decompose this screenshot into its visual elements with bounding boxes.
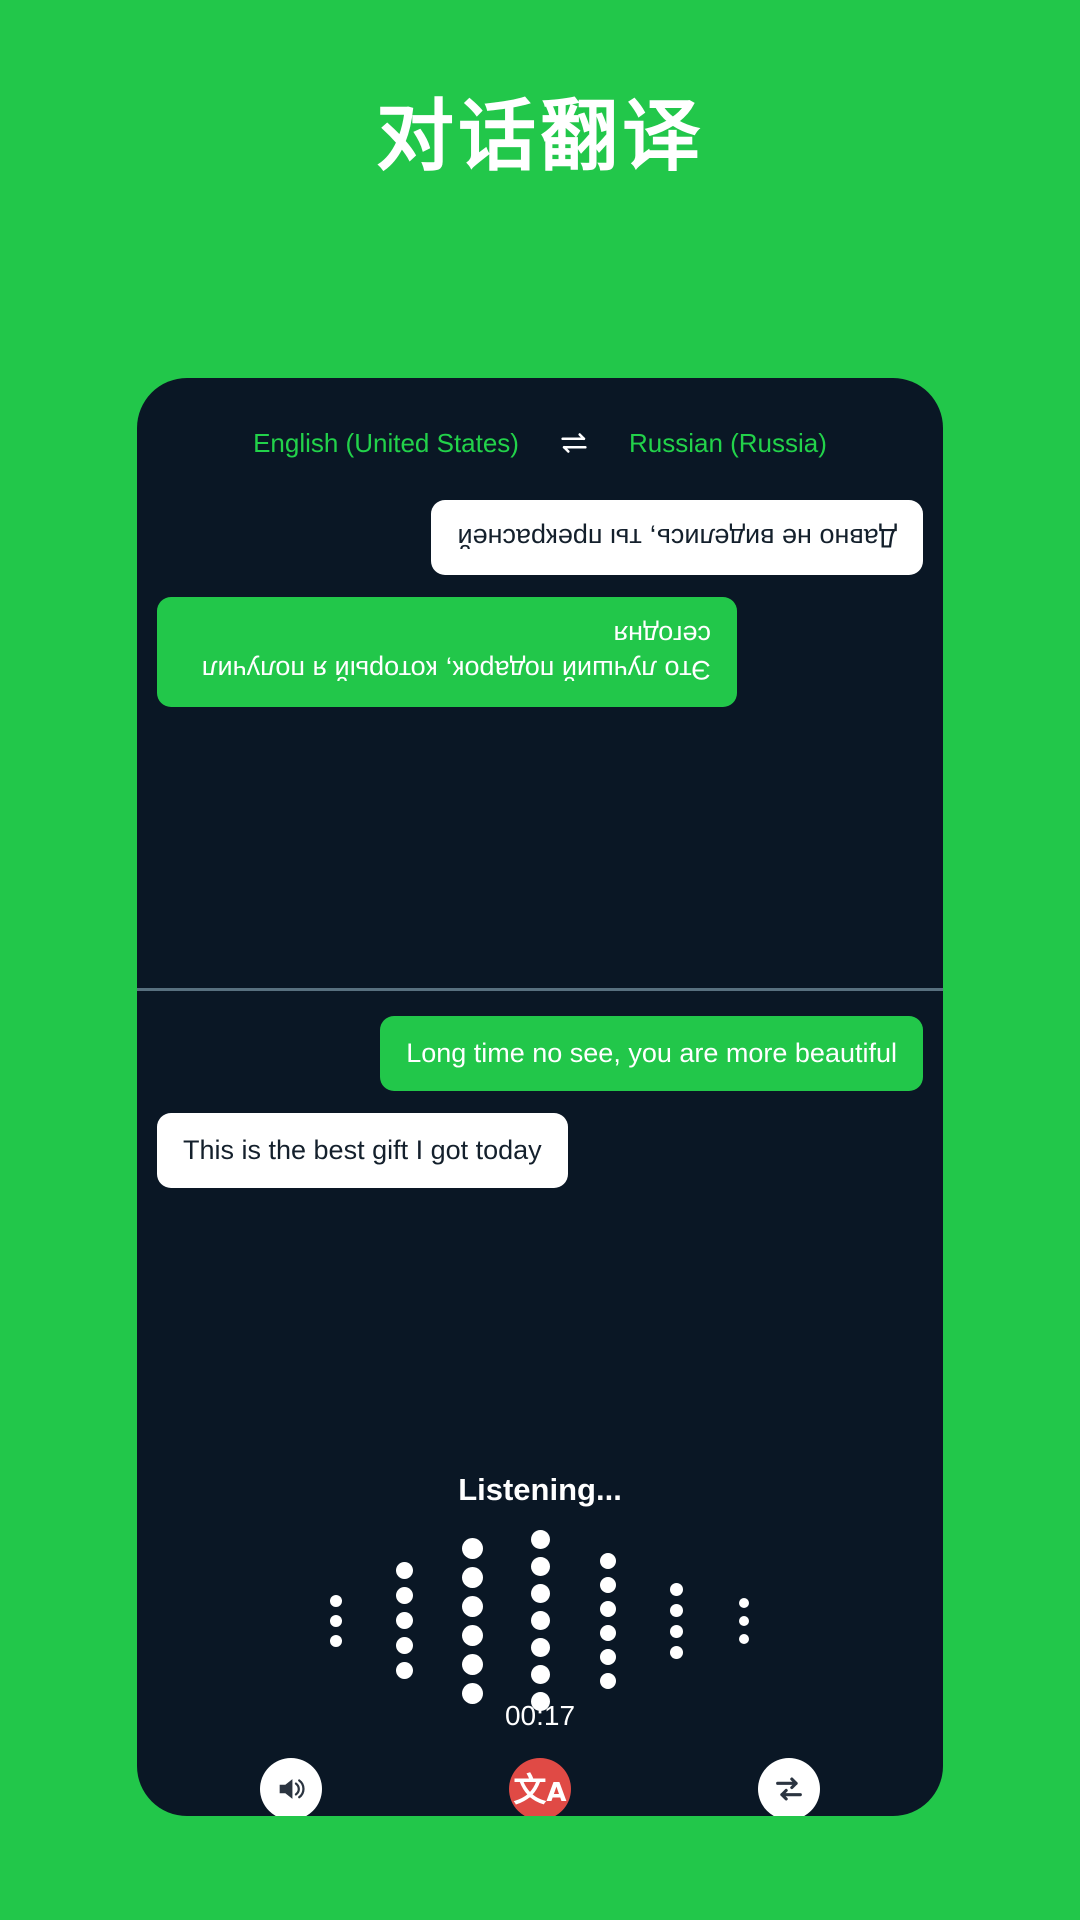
audio-waveform <box>137 1528 943 1713</box>
waveform-column <box>710 1528 778 1713</box>
waveform-dot <box>461 1653 483 1675</box>
local-conversation-pane: Long time no see, you are more beautiful… <box>137 990 943 1490</box>
message-bubble-remote-translated[interactable]: Это лучший подарок, который я получил се… <box>157 597 737 708</box>
waveform-dot <box>600 1672 616 1689</box>
waveform-dot <box>395 1562 413 1579</box>
waveform-dot <box>669 1603 683 1617</box>
waveform-dot <box>330 1594 342 1607</box>
message-bubble-remote-original[interactable]: Давно не виделись, ты прекрасней <box>431 500 923 576</box>
waveform-dot <box>330 1634 342 1647</box>
speaker-on-icon[interactable] <box>260 1758 323 1816</box>
waveform-dot <box>461 1566 483 1588</box>
waveform-column <box>642 1528 710 1713</box>
waveform-dot <box>669 1582 683 1596</box>
waveform-column <box>438 1528 506 1713</box>
waveform-dot <box>530 1611 550 1630</box>
page-title: 对话翻译 <box>375 92 704 182</box>
swap-horizontal-icon[interactable] <box>557 426 591 460</box>
source-language-selector[interactable]: English (United States) <box>253 428 519 459</box>
phone-preview-card: English (United States) Russian (Russia)… <box>137 378 943 1816</box>
waveform-column <box>506 1528 574 1713</box>
waveform-dot <box>530 1557 550 1576</box>
waveform-column <box>574 1528 642 1713</box>
bottom-controls: Speaker is on 文A Quit Toggle <box>137 1758 943 1816</box>
waveform-dot <box>600 1648 616 1665</box>
waveform-dot <box>461 1624 483 1646</box>
app-root: 对话翻译 English (United States) Russian (Ru… <box>0 0 1080 1920</box>
remote-conversation-pane: Это лучший подарок, который я получил се… <box>137 478 943 988</box>
waveform-dot <box>530 1530 550 1549</box>
waveform-dot <box>395 1662 413 1679</box>
quit-button[interactable]: 文A Quit <box>425 1758 655 1816</box>
waveform-dot <box>739 1615 749 1626</box>
waveform-dot <box>600 1576 616 1593</box>
target-language-selector[interactable]: Russian (Russia) <box>629 428 827 459</box>
waveform-dot <box>669 1645 683 1659</box>
waveform-column <box>302 1528 370 1713</box>
waveform-dot <box>530 1665 550 1684</box>
waveform-dot <box>600 1624 616 1641</box>
waveform-dot <box>330 1614 342 1627</box>
recording-timer: 00:17 <box>504 1700 576 1731</box>
waveform-dot <box>530 1584 550 1603</box>
waveform-dot <box>669 1624 683 1638</box>
waveform-dot <box>461 1595 483 1617</box>
translate-icon[interactable]: 文A <box>508 1758 571 1816</box>
listening-status: Listening... <box>458 1472 622 1507</box>
waveform-dot <box>395 1637 413 1654</box>
message-bubble-local-original[interactable]: Long time no see, you are more beautiful <box>380 1016 923 1092</box>
swap-repeat-icon[interactable] <box>757 1758 820 1816</box>
waveform-dot <box>395 1587 413 1604</box>
language-bar: English (United States) Russian (Russia) <box>137 426 943 460</box>
speaker-toggle-button[interactable]: Speaker is on <box>176 1758 406 1816</box>
waveform-dot <box>600 1552 616 1569</box>
toggle-button[interactable]: Toggle <box>674 1758 904 1816</box>
waveform-column <box>370 1528 438 1713</box>
waveform-dot <box>530 1638 550 1657</box>
waveform-dot <box>600 1600 616 1617</box>
waveform-dot <box>739 1633 749 1644</box>
waveform-dot <box>739 1597 749 1608</box>
message-bubble-local-translated[interactable]: This is the best gift I got today <box>157 1113 568 1189</box>
translate-glyph: 文A <box>513 1769 567 1809</box>
waveform-dot <box>461 1537 483 1559</box>
waveform-dot <box>395 1612 413 1629</box>
